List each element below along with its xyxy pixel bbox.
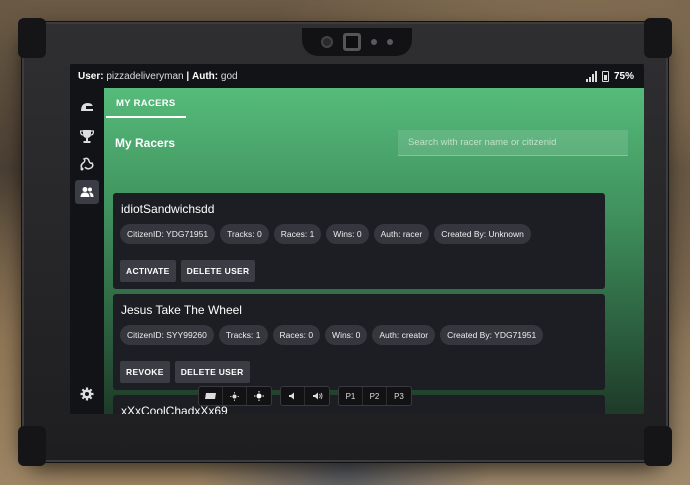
auth-label: Auth: bbox=[192, 70, 219, 82]
hw-group-volume bbox=[280, 386, 330, 406]
signal-icon bbox=[585, 70, 597, 82]
volume-up-icon bbox=[312, 392, 322, 400]
racer-name: Jesus Take The Wheel bbox=[121, 303, 242, 317]
tracks-chip: Tracks: 1 bbox=[218, 325, 268, 345]
hw-key-barcode[interactable] bbox=[199, 387, 223, 405]
bumper-corner bbox=[18, 426, 46, 466]
bumper-corner bbox=[18, 18, 46, 58]
racer-actions: REVOKE DELETE USER bbox=[120, 361, 605, 383]
bumper-corner bbox=[644, 426, 672, 466]
racer-card: Jesus Take The Wheel CitizenID: SYY99260… bbox=[113, 294, 605, 390]
auth-value: god bbox=[220, 70, 238, 82]
citizenid-chip: CitizenID: YDG71951 bbox=[120, 224, 216, 244]
sidebar bbox=[70, 88, 104, 414]
racer-actions: ACTIVATE DELETE USER bbox=[120, 260, 605, 282]
user-name: pizzadeliveryman bbox=[106, 70, 184, 82]
racer-card: idiotSandwichsdd CitizenID: YDG71951 Tra… bbox=[113, 193, 605, 289]
hw-key-p1[interactable]: P1 bbox=[339, 387, 363, 405]
helmet-icon bbox=[81, 103, 93, 111]
auth-chip: Auth: racer bbox=[373, 224, 430, 244]
auth-chip: Auth: creator bbox=[372, 325, 436, 345]
status-bar: User: pizzadeliveryman | Auth: god 75% bbox=[70, 64, 644, 88]
battery-percent: 75% bbox=[613, 70, 634, 82]
main-content: MY RACERS My Racers idiotSandwichsdd Cit… bbox=[104, 88, 644, 414]
hardware-buttons: P1 P2 P3 bbox=[198, 384, 468, 408]
created-by-chip: Created By: Unknown bbox=[434, 224, 531, 244]
sidebar-item-tracks[interactable] bbox=[75, 152, 99, 176]
racer-stats: CitizenID: YDG71951 Tracks: 0 Races: 1 W… bbox=[120, 224, 605, 244]
camera-icon bbox=[343, 33, 361, 51]
sidebar-item-users[interactable] bbox=[75, 180, 99, 204]
hw-key-p3[interactable]: P3 bbox=[387, 387, 411, 405]
track-icon bbox=[80, 157, 94, 171]
hw-key-brightness-down[interactable] bbox=[223, 387, 247, 405]
sensor-icon bbox=[371, 39, 377, 45]
racer-list: idiotSandwichsdd CitizenID: YDG71951 Tra… bbox=[113, 193, 605, 414]
status-separator: | bbox=[186, 70, 190, 82]
sidebar-item-helmet[interactable] bbox=[75, 96, 99, 120]
revoke-button[interactable]: REVOKE bbox=[120, 361, 170, 383]
wins-chip: Wins: 0 bbox=[326, 224, 369, 244]
volume-down-icon bbox=[289, 392, 294, 400]
camera-bar bbox=[302, 28, 412, 56]
settings-button[interactable] bbox=[75, 382, 99, 406]
delete-user-button[interactable]: DELETE USER bbox=[180, 260, 256, 282]
tab-my-racers[interactable]: MY RACERS bbox=[106, 98, 186, 118]
camera-lens-icon bbox=[321, 36, 333, 48]
content-header: My Racers bbox=[104, 118, 644, 156]
hw-key-brightness-up[interactable] bbox=[247, 387, 271, 405]
created-by-chip: Created By: YDG71951 bbox=[440, 325, 544, 345]
brightness-low-icon bbox=[230, 391, 239, 401]
bumper-corner bbox=[644, 18, 672, 58]
activate-button[interactable]: ACTIVATE bbox=[120, 260, 176, 282]
delete-user-button[interactable]: DELETE USER bbox=[174, 361, 250, 383]
status-indicators: 75% bbox=[585, 70, 634, 82]
barcode-icon bbox=[204, 393, 216, 399]
citizenid-chip: CitizenID: SYY99260 bbox=[120, 325, 214, 345]
tracks-chip: Tracks: 0 bbox=[220, 224, 269, 244]
hw-group-presets: P1 P2 P3 bbox=[338, 386, 412, 406]
hw-key-volume-down[interactable] bbox=[281, 387, 305, 405]
search-input[interactable] bbox=[398, 130, 628, 156]
races-chip: Races: 1 bbox=[273, 224, 322, 244]
users-icon bbox=[80, 187, 94, 197]
brightness-high-icon bbox=[254, 391, 264, 401]
sidebar-item-trophy[interactable] bbox=[75, 124, 99, 148]
hw-key-volume-up[interactable] bbox=[305, 387, 329, 405]
racer-stats: CitizenID: SYY99260 Tracks: 1 Races: 0 W… bbox=[120, 325, 605, 345]
battery-icon bbox=[601, 70, 609, 82]
gear-icon bbox=[80, 387, 94, 401]
user-label: User: bbox=[78, 70, 104, 82]
tab-bar: MY RACERS bbox=[104, 88, 644, 118]
user-info: User: pizzadeliveryman | Auth: god bbox=[78, 71, 238, 82]
wins-chip: Wins: 0 bbox=[325, 325, 368, 345]
racer-name: idiotSandwichsdd bbox=[121, 202, 215, 216]
races-chip: Races: 0 bbox=[272, 325, 321, 345]
hw-group-display bbox=[198, 386, 272, 406]
hw-key-p2[interactable]: P2 bbox=[363, 387, 387, 405]
screen: User: pizzadeliveryman | Auth: god 75% M… bbox=[70, 64, 644, 414]
page-title: My Racers bbox=[115, 136, 176, 150]
trophy-icon bbox=[80, 130, 94, 143]
sensor-icon bbox=[387, 39, 393, 45]
